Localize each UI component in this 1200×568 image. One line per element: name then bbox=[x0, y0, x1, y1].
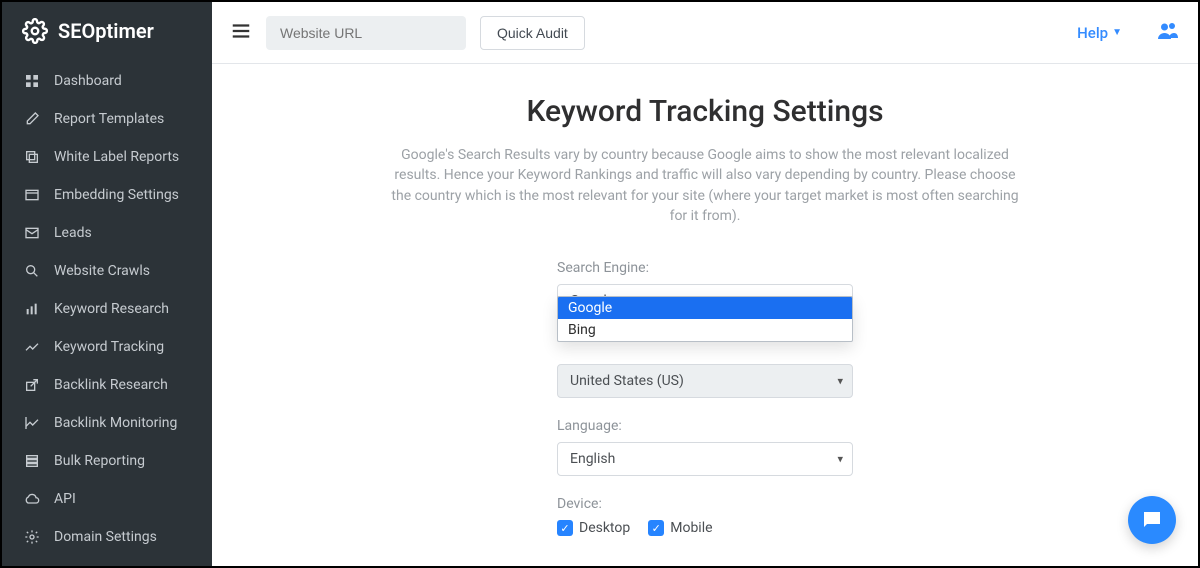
sidebar-item-report-templates[interactable]: Report Templates bbox=[2, 100, 212, 138]
search-icon bbox=[24, 263, 40, 279]
content: Keyword Tracking Settings Google's Searc… bbox=[212, 64, 1198, 566]
sidebar-item-label: Embedding Settings bbox=[54, 187, 179, 203]
mail-icon bbox=[24, 225, 40, 241]
sidebar-item-label: Report Templates bbox=[54, 111, 164, 127]
sidebar-item-label: Website Crawls bbox=[54, 263, 150, 279]
external-icon bbox=[24, 377, 40, 393]
sidebar-item-label: Backlink Monitoring bbox=[54, 415, 177, 431]
dropdown-option-google[interactable]: Google bbox=[558, 297, 852, 319]
language-label: Language: bbox=[557, 418, 853, 434]
sidebar-item-label: Leads bbox=[54, 225, 92, 241]
sidebar-item-leads[interactable]: Leads bbox=[2, 214, 212, 252]
device-group: Device: ✓ Desktop ✓ Mobile bbox=[557, 496, 853, 536]
device-label: Device: bbox=[557, 496, 853, 512]
country-group: United States (US) ▾ bbox=[557, 364, 853, 398]
search-engine-label: Search Engine: bbox=[557, 260, 853, 276]
main-area: Quick Audit Help ▼ Keyword Tracking Sett… bbox=[212, 2, 1198, 566]
help-link[interactable]: Help ▼ bbox=[1077, 24, 1122, 42]
chat-launcher-icon[interactable] bbox=[1128, 496, 1176, 544]
mobile-checkbox[interactable]: ✓ Mobile bbox=[648, 520, 712, 536]
sidebar-item-domain-settings[interactable]: Domain Settings bbox=[2, 518, 212, 556]
bars-icon bbox=[24, 301, 40, 317]
search-engine-dropdown: Google Bing bbox=[557, 296, 853, 342]
checkbox-checked-icon: ✓ bbox=[648, 520, 664, 536]
language-select[interactable]: English bbox=[557, 442, 853, 476]
country-select[interactable]: United States (US) bbox=[557, 364, 853, 398]
help-label: Help bbox=[1077, 24, 1108, 42]
sidebar-item-label: Backlink Research bbox=[54, 377, 168, 393]
brand-logo[interactable]: SEOptimer bbox=[2, 2, 212, 62]
caret-down-icon: ▼ bbox=[1112, 27, 1122, 38]
gear-icon bbox=[22, 18, 48, 44]
sidebar-item-website-crawls[interactable]: Website Crawls bbox=[2, 252, 212, 290]
language-group: Language: English ▾ bbox=[557, 418, 853, 476]
website-url-input[interactable] bbox=[266, 16, 466, 50]
sidebar-item-label: API bbox=[54, 491, 76, 507]
sidebar-item-embedding-settings[interactable]: Embedding Settings bbox=[2, 176, 212, 214]
sidebar-item-backlink-monitoring[interactable]: Backlink Monitoring bbox=[2, 404, 212, 442]
page-title: Keyword Tracking Settings bbox=[526, 94, 883, 129]
sidebar-item-label: Dashboard bbox=[54, 73, 122, 89]
sidebar: SEOptimer Dashboard Report Templates White… bbox=[2, 2, 212, 566]
sidebar-nav: Dashboard Report Templates White Label Rep… bbox=[2, 62, 212, 556]
sidebar-item-label: Keyword Tracking bbox=[54, 339, 164, 355]
sidebar-item-label: Bulk Reporting bbox=[54, 453, 145, 469]
copy-icon bbox=[24, 149, 40, 165]
edit-icon bbox=[24, 111, 40, 127]
embed-icon bbox=[24, 187, 40, 203]
search-engine-group: Search Engine: Google ▾ Google Bing bbox=[557, 260, 853, 318]
users-icon[interactable] bbox=[1156, 19, 1180, 47]
settings-form: Search Engine: Google ▾ Google Bing Unit… bbox=[557, 260, 853, 566]
dashboard-icon bbox=[24, 73, 40, 89]
brand-text: SEOptimer bbox=[58, 19, 154, 43]
sidebar-item-white-label-reports[interactable]: White Label Reports bbox=[2, 138, 212, 176]
page-description: Google's Search Results vary by country … bbox=[385, 145, 1025, 226]
topbar: Quick Audit Help ▼ bbox=[212, 2, 1198, 64]
sidebar-item-label: Keyword Research bbox=[54, 301, 169, 317]
sidebar-item-keyword-tracking[interactable]: Keyword Tracking bbox=[2, 328, 212, 366]
gear-icon bbox=[24, 529, 40, 545]
chart-icon bbox=[24, 415, 40, 431]
stack-icon bbox=[24, 453, 40, 469]
sidebar-item-keyword-research[interactable]: Keyword Research bbox=[2, 290, 212, 328]
sidebar-item-bulk-reporting[interactable]: Bulk Reporting bbox=[2, 442, 212, 480]
menu-toggle-icon[interactable] bbox=[230, 20, 252, 46]
desktop-checkbox[interactable]: ✓ Desktop bbox=[557, 520, 630, 536]
desktop-label: Desktop bbox=[579, 520, 630, 536]
sidebar-item-backlink-research[interactable]: Backlink Research bbox=[2, 366, 212, 404]
cloud-icon bbox=[24, 491, 40, 507]
sidebar-item-label: White Label Reports bbox=[54, 149, 179, 165]
sidebar-item-dashboard[interactable]: Dashboard bbox=[2, 62, 212, 100]
sidebar-item-api[interactable]: API bbox=[2, 480, 212, 518]
checkbox-checked-icon: ✓ bbox=[557, 520, 573, 536]
sidebar-item-label: Domain Settings bbox=[54, 529, 157, 545]
dropdown-option-bing[interactable]: Bing bbox=[558, 319, 852, 341]
mobile-label: Mobile bbox=[670, 520, 712, 536]
quick-audit-button[interactable]: Quick Audit bbox=[480, 16, 585, 50]
track-icon bbox=[24, 339, 40, 355]
